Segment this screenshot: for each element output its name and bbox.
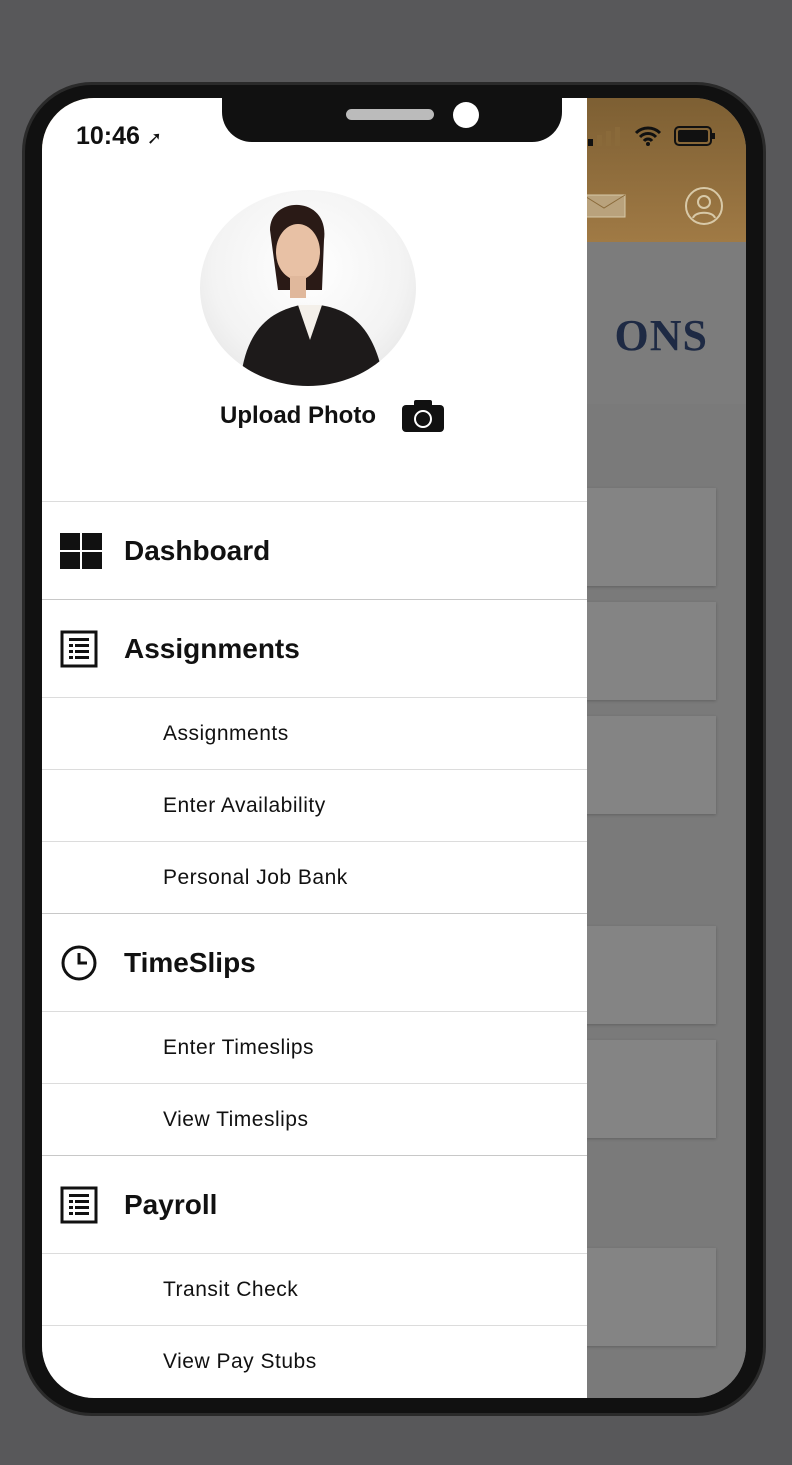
profile-photo — [240, 204, 385, 386]
menu-timeslips[interactable]: TimeSlips — [42, 913, 587, 1011]
screen: ONS 10:46 ➚ Upload Photo Dashboard Assig… — [42, 98, 746, 1398]
menu-assignments[interactable]: Assignments — [42, 599, 587, 697]
app-title: ONS — [614, 311, 708, 360]
phone-speaker — [346, 109, 434, 120]
menu-label: View Pay Stubs — [163, 1349, 317, 1373]
status-icons — [588, 126, 716, 146]
upload-photo-button[interactable]: Upload Photo — [220, 400, 444, 432]
dashboard-grid-icon — [60, 532, 102, 569]
time-text: 10:46 — [76, 122, 140, 150]
phone-notch — [222, 98, 562, 142]
menu-label: Enter Availability — [163, 793, 326, 817]
menu-label: View Timeslips — [163, 1107, 309, 1131]
menu-label: Assignments — [163, 721, 289, 745]
menu-label: TimeSlips — [124, 946, 256, 978]
list-document-icon — [60, 1186, 98, 1223]
menu-item-enter-availability[interactable]: Enter Availability — [42, 769, 587, 841]
status-time: 10:46 ➚ — [76, 122, 162, 151]
menu-item-view-pay-stubs[interactable]: View Pay Stubs — [42, 1325, 587, 1397]
battery-icon — [674, 126, 715, 146]
menu-dashboard[interactable]: Dashboard — [42, 501, 587, 599]
menu-label: Personal Job Bank — [163, 865, 348, 889]
menu-label: Transit Check — [163, 1277, 299, 1301]
navigation-drawer: 10:46 ➚ Upload Photo Dashboard Assignmen… — [42, 98, 587, 1398]
signal-icon — [588, 127, 620, 146]
avatar[interactable] — [200, 190, 416, 386]
menu-item-enter-timeslips[interactable]: Enter Timeslips — [42, 1011, 587, 1083]
menu-item-personal-job-bank[interactable]: Personal Job Bank — [42, 841, 587, 913]
menu-label: Assignments — [124, 632, 300, 664]
menu-item-assignments[interactable]: Assignments — [42, 697, 587, 769]
camera-icon[interactable] — [401, 400, 444, 432]
location-arrow-icon: ➚ — [146, 128, 162, 148]
menu-item-view-timeslips[interactable]: View Timeslips — [42, 1083, 587, 1155]
phone-camera — [453, 102, 479, 128]
menu-item-transit-check[interactable]: Transit Check — [42, 1253, 587, 1325]
menu-payroll[interactable]: Payroll — [42, 1155, 587, 1253]
wifi-icon — [634, 126, 662, 146]
menu-label: Dashboard — [124, 534, 271, 566]
clock-icon — [61, 945, 97, 980]
menu-label: Enter Timeslips — [163, 1035, 315, 1059]
profile-icon[interactable] — [684, 186, 724, 226]
upload-photo-label: Upload Photo — [220, 402, 376, 429]
list-document-icon — [60, 630, 98, 667]
mail-icon[interactable] — [582, 194, 626, 218]
menu-label: Payroll — [124, 1188, 218, 1220]
